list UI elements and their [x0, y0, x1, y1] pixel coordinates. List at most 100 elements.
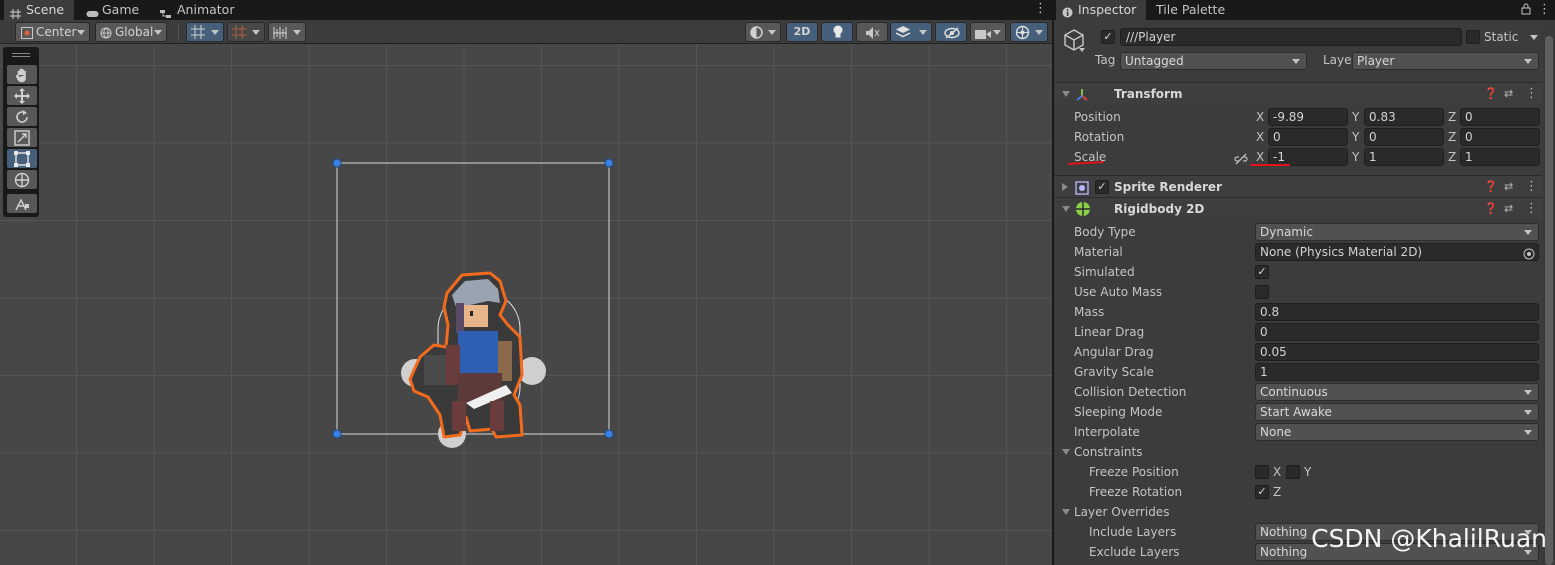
lock-icon[interactable] — [1521, 3, 1531, 18]
rotation-z-field[interactable]: 0 — [1460, 128, 1540, 146]
rigidbody2d-header[interactable]: Rigidbody 2D ❓ ⇄ ⋮ — [1054, 197, 1542, 219]
rigidbody2d-foldout-arrow[interactable] — [1062, 206, 1070, 212]
lighting-toggle[interactable] — [821, 22, 853, 42]
freeze-position-y-checkbox[interactable] — [1286, 465, 1300, 479]
rotate-tool-button[interactable] — [7, 107, 37, 126]
mass-field[interactable]: 0.8 — [1255, 303, 1539, 321]
gravity-scale-field[interactable]: 1 — [1255, 363, 1539, 381]
freeze-position-x-checkbox[interactable] — [1255, 465, 1269, 479]
scene-grid-viewport[interactable] — [0, 45, 1052, 565]
sprite-renderer-header[interactable]: ✓ Sprite Renderer ❓ ⇄ ⋮ — [1054, 175, 1542, 197]
camera-settings-dropdown[interactable] — [970, 22, 1006, 42]
sprite-renderer-enabled-checkbox[interactable]: ✓ — [1095, 180, 1109, 194]
axis-y-label[interactable]: Y — [1352, 147, 1359, 167]
gameobject-name-field[interactable]: ///Player — [1120, 28, 1462, 46]
tab-scene[interactable]: Scene — [4, 0, 74, 20]
interpolate-dropdown[interactable]: None — [1255, 423, 1539, 441]
component-menu-icon[interactable]: ⋮ — [1525, 176, 1538, 198]
presets-icon[interactable]: ⇄ — [1504, 176, 1513, 198]
transform-foldout-arrow[interactable] — [1062, 91, 1070, 97]
scene-canvas[interactable] — [0, 45, 1052, 565]
collision-detection-dropdown[interactable]: Continuous — [1255, 383, 1539, 401]
shading-icon — [750, 26, 764, 44]
freeze-rotation-z-checkbox[interactable]: ✓ — [1255, 485, 1269, 499]
rotation-y-field[interactable]: 0 — [1364, 128, 1444, 146]
audio-toggle[interactable] — [856, 22, 888, 42]
tab-inspector[interactable]: Inspector — [1056, 0, 1146, 20]
more-options-icon[interactable]: ⋮ — [1034, 2, 1047, 17]
axis-y-label[interactable]: Y — [1352, 127, 1359, 147]
inspector-scroll-thumb[interactable] — [1545, 36, 1553, 565]
transform-tool-button[interactable] — [7, 170, 37, 189]
constrain-proportions-icon[interactable] — [1234, 151, 1248, 171]
axis-x-label[interactable]: X — [1256, 127, 1264, 147]
axis-z-label[interactable]: Z — [1448, 127, 1456, 147]
static-dropdown-arrow[interactable] — [1530, 35, 1538, 40]
presets-icon[interactable]: ⇄ — [1504, 83, 1513, 105]
position-y-field[interactable]: 0.83 — [1364, 108, 1444, 126]
component-menu-icon[interactable]: ⋮ — [1525, 198, 1538, 220]
axis-x-label[interactable]: X — [1256, 107, 1264, 127]
material-object-field[interactable]: None (Physics Material 2D) — [1255, 243, 1539, 261]
effects-dropdown[interactable] — [890, 22, 932, 42]
transform-header[interactable]: Transform ❓ ⇄ ⋮ — [1054, 82, 1542, 104]
constraints-row[interactable]: Constraints — [1054, 442, 1542, 462]
align-toggle[interactable] — [268, 22, 306, 42]
sleeping-mode-dropdown[interactable]: Start Awake — [1255, 403, 1539, 421]
gameobject-active-checkbox[interactable]: ✓ — [1101, 30, 1115, 44]
position-z-field[interactable]: 0 — [1460, 108, 1540, 126]
simulated-checkbox[interactable]: ✓ — [1255, 265, 1269, 279]
scene-visibility-toggle[interactable] — [935, 22, 967, 42]
linear-drag-field[interactable]: 0 — [1255, 323, 1539, 341]
axis-z-label[interactable]: Z — [1448, 107, 1456, 127]
body-type-dropdown[interactable]: Dynamic — [1255, 223, 1539, 241]
pivot-mode-dropdown[interactable]: Center — [15, 22, 90, 42]
rect-handle-top-left[interactable] — [332, 158, 342, 168]
tag-dropdown[interactable]: Untagged — [1120, 52, 1307, 70]
component-menu-icon[interactable]: ⋮ — [1525, 83, 1538, 105]
pivot-rotation-dropdown[interactable]: Global — [95, 22, 167, 42]
draw-mode-dropdown[interactable] — [745, 22, 781, 42]
icon-dropdown-arrow[interactable] — [1079, 48, 1085, 52]
sprite-renderer-foldout-arrow[interactable] — [1062, 183, 1068, 191]
scale-y-field[interactable]: 1 — [1364, 148, 1444, 166]
increment-snap-toggle[interactable] — [227, 22, 265, 42]
palette-drag-handle[interactable] — [12, 53, 30, 54]
help-icon[interactable]: ❓ — [1484, 198, 1498, 220]
interpolate-value: None — [1260, 425, 1292, 439]
rect-handle-bottom-left[interactable] — [332, 429, 342, 439]
move-tool-button[interactable] — [7, 86, 37, 105]
grid-snap-toggle[interactable] — [186, 22, 224, 42]
layer-dropdown[interactable]: Player — [1352, 52, 1539, 70]
gizmos-dropdown[interactable] — [1010, 22, 1048, 42]
rect-tool-button[interactable] — [7, 149, 37, 168]
layer-overrides-row[interactable]: Layer Overrides — [1054, 502, 1542, 522]
constraints-foldout-arrow[interactable] — [1062, 449, 1070, 455]
angular-drag-field[interactable]: 0.05 — [1255, 343, 1539, 361]
rect-handle-bottom-right[interactable] — [604, 429, 614, 439]
toggle-2d-button[interactable]: 2D — [786, 22, 818, 42]
custom-tool-button[interactable] — [7, 194, 37, 213]
pivot-mode-label: Center — [36, 25, 77, 39]
inspector-more-icon[interactable]: ⋮ — [1538, 2, 1551, 17]
use-auto-mass-checkbox[interactable] — [1255, 285, 1269, 299]
hand-tool-button[interactable] — [7, 65, 37, 84]
presets-icon[interactable]: ⇄ — [1504, 198, 1513, 220]
rotation-x-field[interactable]: 0 — [1268, 128, 1348, 146]
rect-handle-top-right[interactable] — [604, 158, 614, 168]
axis-y-label[interactable]: Y — [1352, 107, 1359, 127]
help-icon[interactable]: ❓ — [1484, 176, 1498, 198]
tab-animator[interactable]: Animator — [154, 0, 244, 20]
tab-game[interactable]: Game — [80, 0, 150, 20]
help-icon[interactable]: ❓ — [1484, 83, 1498, 105]
tab-tile-palette[interactable]: Tile Palette — [1150, 0, 1240, 20]
inspector-scrollbar[interactable] — [1542, 20, 1555, 565]
layer-overrides-foldout-arrow[interactable] — [1062, 509, 1070, 515]
scale-tool-button[interactable] — [7, 128, 37, 147]
static-checkbox[interactable] — [1466, 30, 1480, 44]
freeze-rotation-z-label: Z — [1273, 485, 1282, 499]
scale-z-field[interactable]: 1 — [1460, 148, 1540, 166]
axis-z-label[interactable]: Z — [1448, 147, 1456, 167]
position-x-field[interactable]: -9.89 — [1268, 108, 1348, 126]
player-sprite[interactable] — [408, 271, 524, 439]
